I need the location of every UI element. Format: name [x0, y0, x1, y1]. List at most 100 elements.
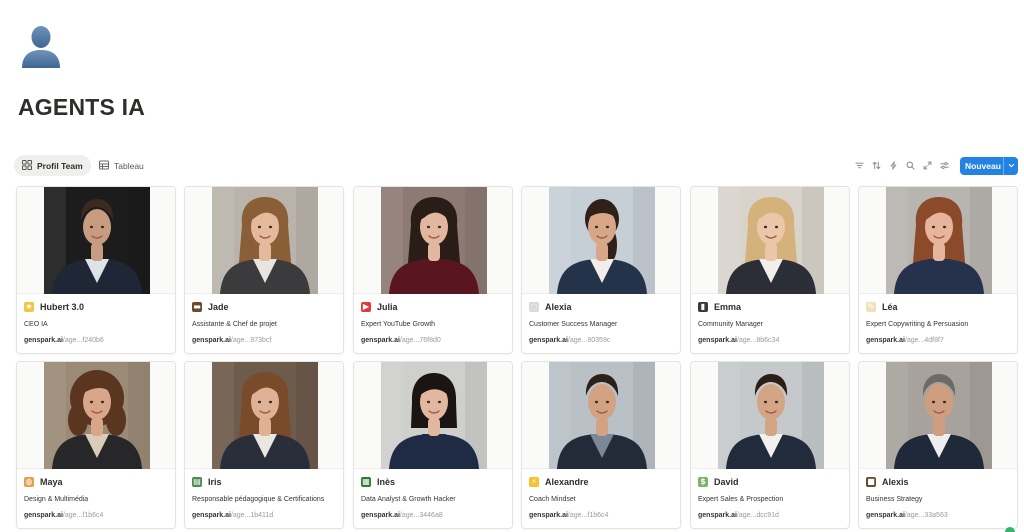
card-title: $ David — [698, 475, 739, 489]
agent-url[interactable]: genspark.ai/age...33a563 — [866, 512, 948, 519]
agent-portrait — [212, 362, 318, 469]
url-path: /age...f240b6 — [62, 337, 104, 344]
card-cover — [859, 362, 1017, 469]
lightning-icon[interactable] — [885, 158, 901, 174]
tab-profil-team[interactable]: Profil Team — [14, 155, 91, 176]
card-cover — [17, 362, 175, 469]
agent-url[interactable]: genspark.ai/age...f1b6c4 — [529, 512, 608, 519]
agent-card-david[interactable]: $ David Expert Sales & Prospection gensp… — [690, 361, 850, 529]
agent-emoji-icon: ▮ — [698, 302, 708, 312]
url-domain: genspark.ai — [192, 337, 231, 344]
url-path: /age...8b6c34 — [736, 337, 780, 344]
agent-name: Inès — [377, 477, 396, 487]
agent-portrait — [718, 362, 824, 469]
expand-icon[interactable] — [919, 158, 935, 174]
url-path: /age...1b411d — [230, 512, 274, 519]
card-cover — [17, 187, 175, 294]
agent-name: David — [714, 477, 739, 487]
url-domain: genspark.ai — [529, 337, 568, 344]
agent-card-maya[interactable]: ◍ Maya Design & Multimédia genspark.ai/a… — [16, 361, 176, 529]
tab-tableau[interactable]: Tableau — [91, 155, 152, 176]
agent-name: Julia — [377, 302, 398, 312]
agent-card-l-a[interactable]: ✎ Léa Expert Copywriting & Persuasion ge… — [858, 186, 1018, 354]
url-path: /age...33a563 — [904, 512, 948, 519]
agent-emoji-icon: ▤ — [192, 477, 202, 487]
card-cover — [354, 187, 512, 294]
url-domain: genspark.ai — [24, 337, 63, 344]
agent-emoji-icon: ▦ — [361, 477, 371, 487]
url-domain: genspark.ai — [866, 512, 905, 519]
card-title: ▤ Iris — [192, 475, 222, 489]
agent-card-julia[interactable]: ▶ Julia Expert YouTube Growth genspark.a… — [353, 186, 513, 354]
url-domain: genspark.ai — [24, 512, 63, 519]
agent-role: Community Manager — [698, 321, 763, 328]
agent-name: Hubert 3.0 — [40, 302, 85, 312]
person-silhouette-icon[interactable] — [18, 22, 64, 68]
card-cover — [859, 187, 1017, 294]
url-path: /age...80359c — [567, 337, 611, 344]
agent-card-alexandre[interactable]: ⚡ Alexandre Coach Mindset genspark.ai/ag… — [521, 361, 681, 529]
sort-icon[interactable] — [868, 158, 884, 174]
card-cover — [185, 187, 343, 294]
agent-url[interactable]: genspark.ai/age...dcc91d — [698, 512, 779, 519]
agent-card-emma[interactable]: ▮ Emma Community Manager genspark.ai/age… — [690, 186, 850, 354]
tab-label: Tableau — [114, 160, 144, 171]
agent-name: Alexis — [882, 477, 909, 487]
agent-portrait — [381, 362, 487, 469]
status-dot — [1005, 527, 1015, 532]
card-title: ⚡ Alexandre — [529, 475, 589, 489]
agent-url[interactable]: genspark.ai/age...80359c — [529, 337, 610, 344]
agent-card-alexis[interactable]: ■ Alexis Business Strategy genspark.ai/a… — [858, 361, 1018, 529]
url-path: /age...76f8d0 — [399, 337, 441, 344]
agent-role: Business Strategy — [866, 496, 923, 503]
agent-name: Alexia — [545, 302, 572, 312]
agent-url[interactable]: genspark.ai/age...76f8d0 — [361, 337, 441, 344]
agent-name: Emma — [714, 302, 742, 312]
new-button-label: Nouveau — [965, 160, 1001, 171]
settings-sliders-icon[interactable] — [936, 158, 952, 174]
agent-url[interactable]: genspark.ai/age...f1b6c4 — [24, 512, 103, 519]
url-domain: genspark.ai — [192, 512, 231, 519]
agent-name: Alexandre — [545, 477, 589, 487]
card-title: ▦ Inès — [361, 475, 395, 489]
agent-emoji-icon: ✎ — [866, 302, 876, 312]
agent-url[interactable]: genspark.ai/age...973bcf — [192, 337, 271, 344]
agent-url[interactable]: genspark.ai/age...8b6c34 — [698, 337, 779, 344]
agent-role: Data Analyst & Growth Hacker — [361, 496, 456, 503]
filter-icon[interactable] — [851, 158, 867, 174]
agent-card-jade[interactable]: ▬ Jade Assistante & Chef de projet gensp… — [184, 186, 344, 354]
card-cover — [522, 362, 680, 469]
chevron-down-icon[interactable] — [1003, 156, 1018, 175]
agent-role: CEO IA — [24, 321, 48, 328]
agent-url[interactable]: genspark.ai/age...4df8f7 — [866, 337, 944, 344]
search-icon[interactable] — [902, 158, 918, 174]
agent-card-hubert-3-0[interactable]: ★ Hubert 3.0 CEO IA genspark.ai/age...f2… — [16, 186, 176, 354]
agent-portrait — [886, 362, 992, 469]
agent-card-in-s[interactable]: ▦ Inès Data Analyst & Growth Hacker gens… — [353, 361, 513, 529]
agent-card-alexia[interactable]: ◌ Alexia Customer Success Manager genspa… — [521, 186, 681, 354]
agent-role: Coach Mindset — [529, 496, 576, 503]
agent-emoji-icon: ▶ — [361, 302, 371, 312]
agent-emoji-icon: ◍ — [24, 477, 34, 487]
agent-name: Jade — [208, 302, 229, 312]
new-button[interactable]: Nouveau — [960, 156, 1018, 175]
card-title: ▮ Emma — [698, 300, 741, 314]
agent-url[interactable]: genspark.ai/age...3446a8 — [361, 512, 443, 519]
agent-portrait — [549, 362, 655, 469]
card-title: ▶ Julia — [361, 300, 398, 314]
url-domain: genspark.ai — [698, 512, 737, 519]
agent-name: Iris — [208, 477, 222, 487]
card-title: ◌ Alexia — [529, 300, 572, 314]
agent-url[interactable]: genspark.ai/age...f240b6 — [24, 337, 104, 344]
agent-portrait — [381, 187, 487, 294]
agent-card-iris[interactable]: ▤ Iris Responsable pédagogique & Certifi… — [184, 361, 344, 529]
agent-emoji-icon: ▬ — [192, 302, 202, 312]
url-domain: genspark.ai — [529, 512, 568, 519]
agent-emoji-icon: ⚡ — [529, 477, 539, 487]
agent-role: Customer Success Manager — [529, 321, 618, 328]
agent-portrait — [718, 187, 824, 294]
card-cover — [691, 362, 849, 469]
card-title: ▬ Jade — [192, 300, 229, 314]
agent-url[interactable]: genspark.ai/age...1b411d — [192, 512, 273, 519]
view-bar: Profil Team Tableau Nouveau — [14, 155, 1018, 177]
